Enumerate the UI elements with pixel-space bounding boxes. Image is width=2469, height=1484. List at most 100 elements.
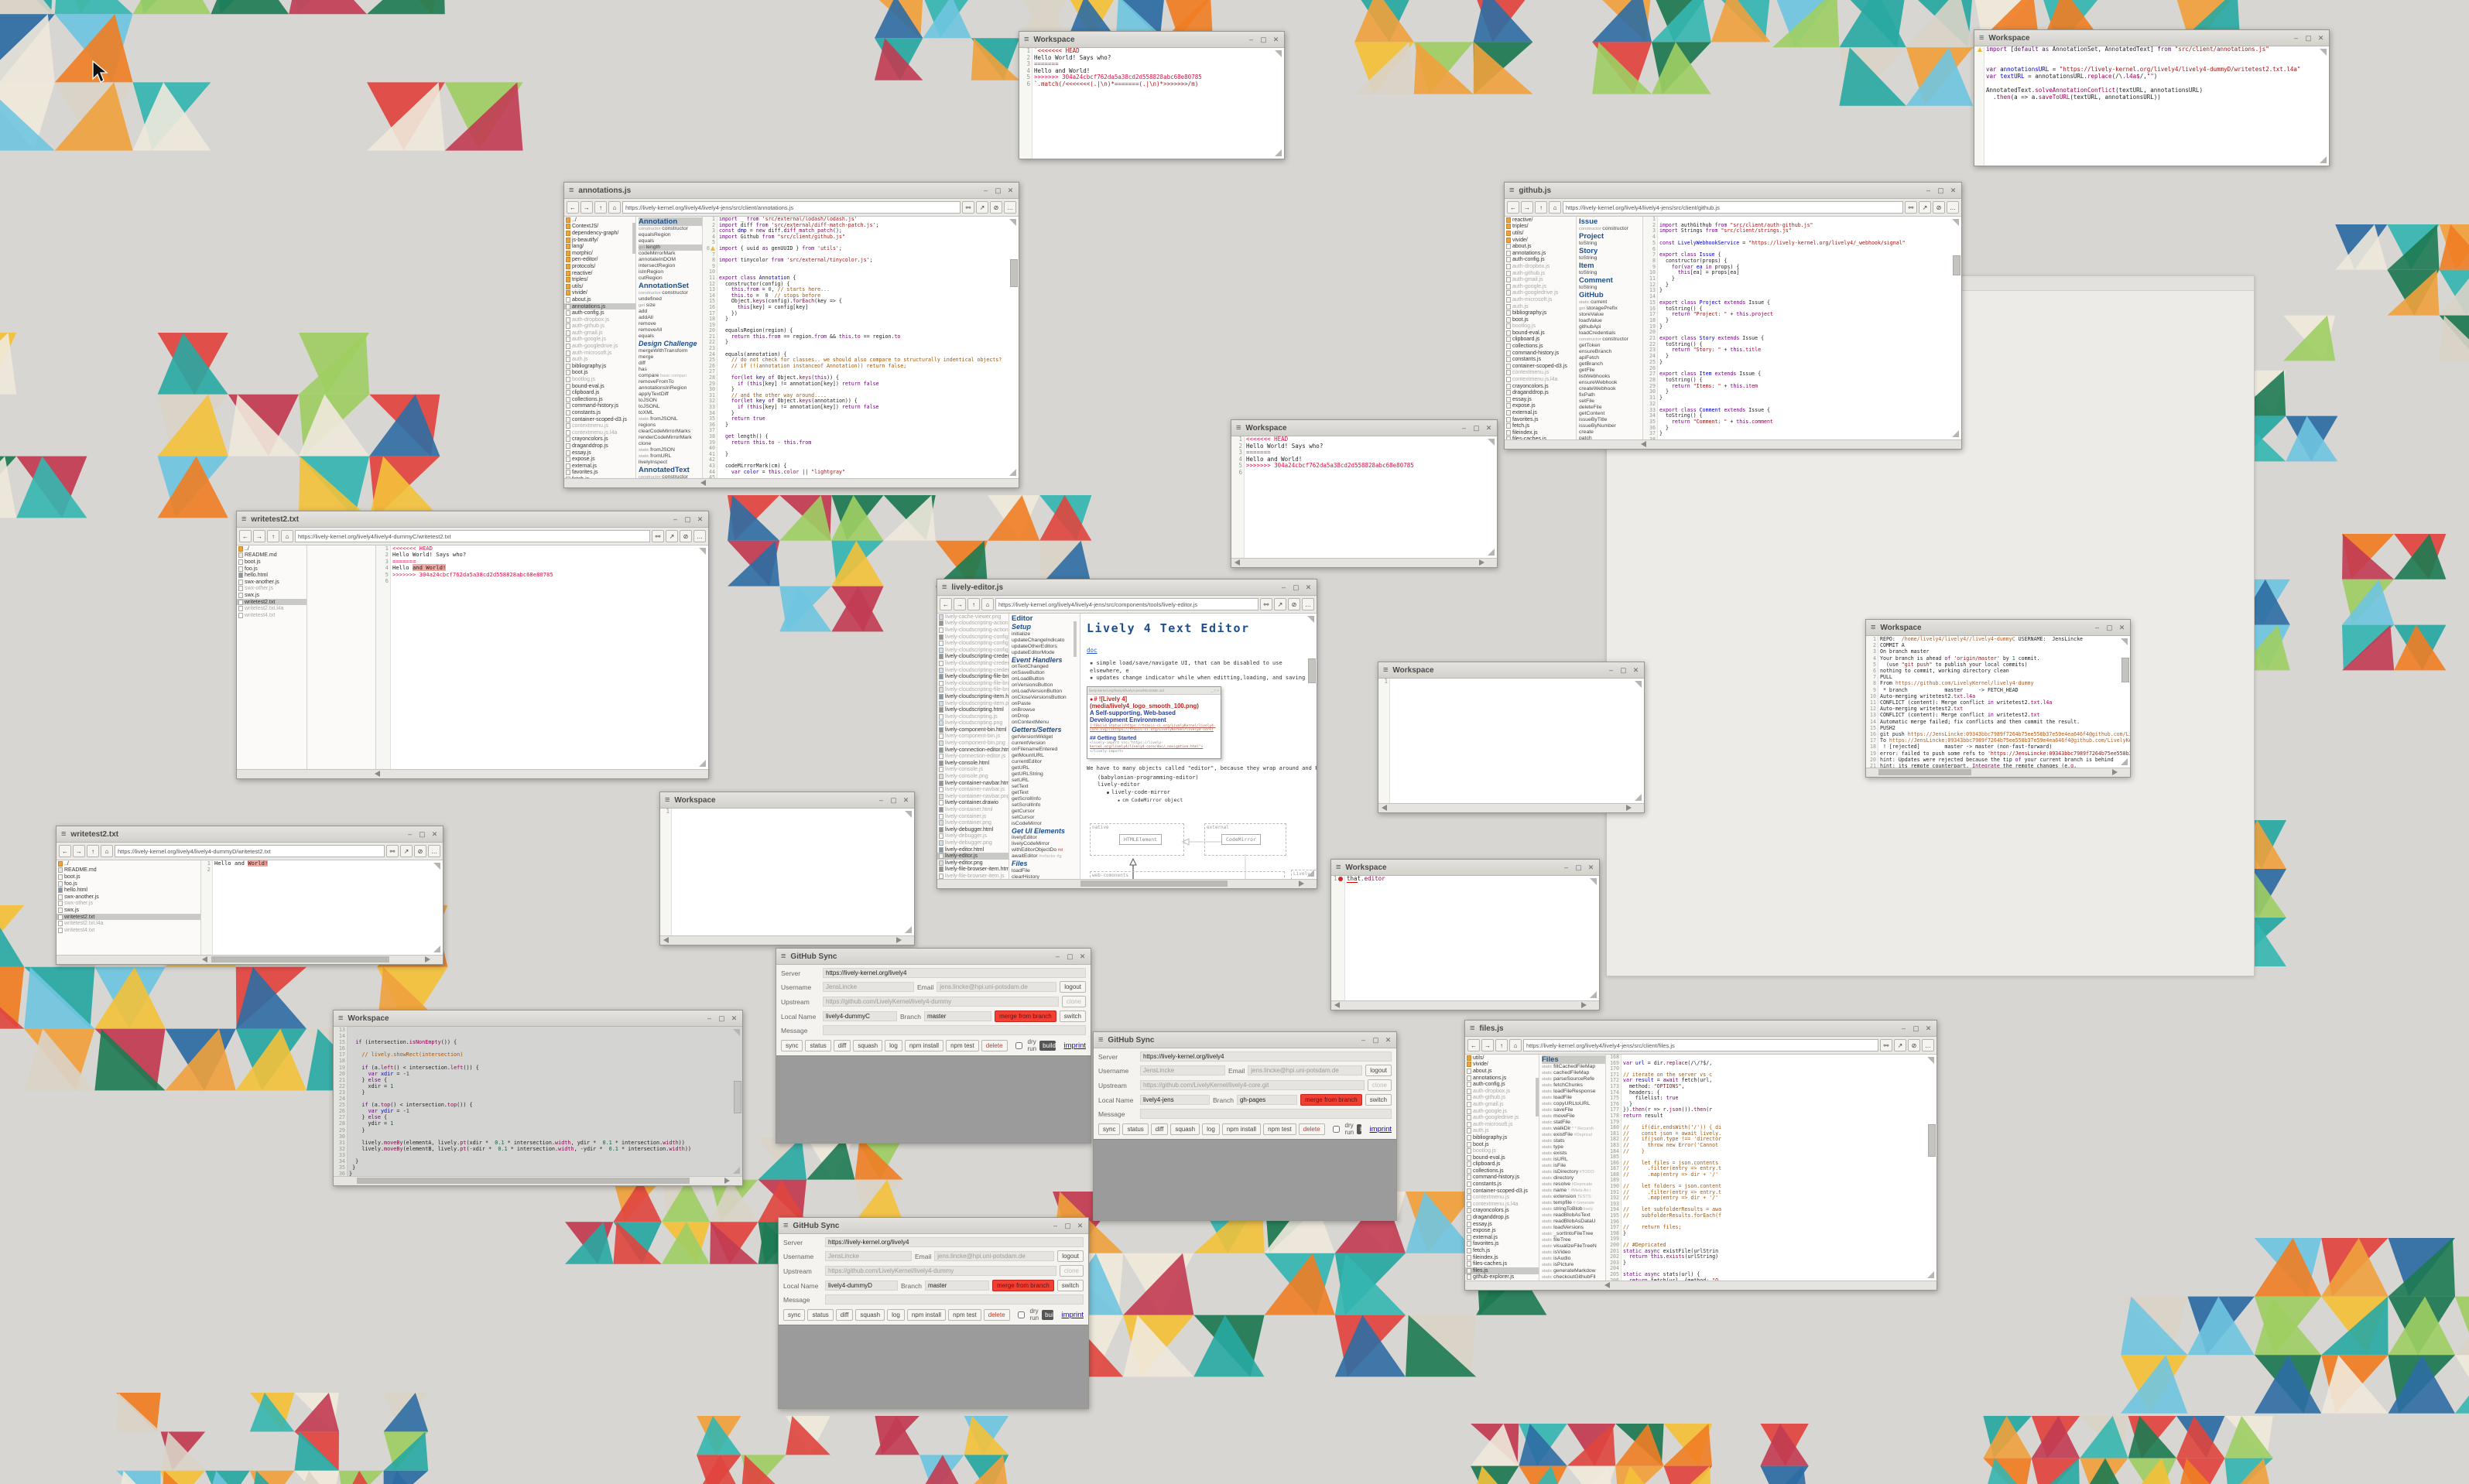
outline-method[interactable]: static fromURL (639, 453, 702, 460)
file-item[interactable]: external.js (1505, 409, 1576, 416)
file-item[interactable]: collections.js (564, 396, 635, 403)
outline-method[interactable]: fixPath (1579, 392, 1642, 398)
outline-method[interactable]: clone (639, 441, 702, 447)
message-input[interactable] (1140, 1109, 1392, 1119)
maximize-button[interactable]: ▢ (1620, 666, 1627, 675)
outline-method[interactable]: ensureBranch (1579, 349, 1642, 355)
file-item[interactable]: writetest4.txt (237, 612, 306, 619)
outline-category[interactable]: Getters/Setters (1012, 726, 1080, 734)
code-line[interactable]: 39 return this.to - this.from (703, 440, 1019, 446)
code-line[interactable]: 17To https://JensLincke:09343bbc7989f726… (1866, 737, 2130, 744)
scrollbar-thumb[interactable] (1308, 658, 1316, 683)
code-line[interactable]: 197// return files; (1606, 1225, 1937, 1231)
imprint-link[interactable]: imprint (1369, 1125, 1392, 1134)
delete-button[interactable]: delete (981, 1040, 1008, 1051)
outline-class[interactable]: Annotation (639, 217, 702, 226)
scroll-down-grip[interactable] (1927, 1271, 1934, 1278)
scroll-right-grip[interactable] (1479, 559, 1484, 566)
code-line[interactable]: 8From https://github.com/LivelyKernel/li… (1866, 680, 2130, 686)
outline-method[interactable]: mergeWithTransform (639, 348, 702, 354)
file-item[interactable]: README.md (57, 867, 200, 874)
file-item[interactable]: writetest2.txt.l4a (57, 920, 200, 927)
outline-method[interactable]: toString (1579, 285, 1642, 291)
scroll-down-grip[interactable] (1307, 870, 1314, 877)
scroll-left-grip[interactable] (700, 480, 706, 486)
squash-button[interactable]: squash (1170, 1123, 1200, 1135)
file-item[interactable]: swx.js (57, 907, 200, 914)
open-external-icon[interactable]: ↗ (666, 530, 678, 542)
outline-method[interactable]: withEditorObjectDo #d (1012, 847, 1080, 853)
scrollbar-thumb[interactable] (632, 223, 635, 254)
switch-button[interactable]: switch (1057, 1280, 1084, 1291)
file-list[interactable]: utils/vivide/about.jsannotations.jsauth-… (1465, 1055, 1539, 1281)
close-button[interactable]: ✕ (1272, 36, 1279, 44)
scroll-up-grip[interactable] (1307, 616, 1314, 623)
code-line[interactable]: 192// .map(entry => dir + '/' (1606, 1195, 1937, 1202)
up-icon[interactable]: ↑ (1535, 201, 1547, 214)
file-item[interactable]: fetch.js (1505, 422, 1576, 429)
file-item[interactable]: contextmenu.js.l4a (1465, 1201, 1539, 1208)
titlebar[interactable]: ≡Workspace–▢✕ (334, 1010, 742, 1027)
file-item[interactable]: hello.html (237, 572, 306, 579)
outline-class[interactable]: Editor (1012, 614, 1080, 623)
outline-method[interactable]: static fetchChunks (1542, 1082, 1605, 1089)
localname-input[interactable] (825, 1281, 898, 1291)
upstream-input[interactable] (825, 1266, 1056, 1276)
outline-method[interactable]: issueByNumber (1579, 423, 1642, 429)
window-github-sync-dummyD[interactable]: ≡GitHub Sync–▢✕ Server UsernameEmaillogo… (778, 1217, 1089, 1409)
code-line[interactable]: 29 return "Items: " + this.item (1643, 384, 1961, 390)
outline-method[interactable]: static loadFile (1542, 1095, 1605, 1101)
scroll-left-grip[interactable] (1641, 441, 1646, 447)
share-icon[interactable]: ⚯ (652, 530, 664, 542)
code-line[interactable]: 41 } (703, 452, 1019, 458)
scroll-up-grip[interactable] (905, 811, 912, 818)
code-line[interactable]: 21 return this.from == region.from && th… (703, 334, 1019, 340)
outline-method[interactable]: static readBlobAsText (1542, 1212, 1605, 1219)
scrollbar-thumb[interactable] (1928, 1124, 1936, 1157)
file-item[interactable]: foo.js (237, 566, 306, 573)
maximize-button[interactable]: ▢ (1293, 583, 1300, 592)
file-item[interactable]: container-scoped-d3.js (1465, 1188, 1539, 1195)
file-item[interactable]: lively-editor.js (937, 853, 1008, 860)
outline-method[interactable]: static isPicture (1542, 1262, 1605, 1268)
outline-method[interactable]: static visualizeFileTreeN (1542, 1243, 1605, 1250)
code-line[interactable]: 178return result (1606, 1113, 1937, 1120)
file-item[interactable]: boot.js (237, 559, 306, 566)
outline-method[interactable]: equals (639, 238, 702, 244)
up-icon[interactable]: ↑ (594, 201, 607, 214)
file-item[interactable]: lively-cloudscripting.png (937, 720, 1008, 727)
code-line[interactable]: 20hint: Updates were rejected because th… (1866, 757, 2130, 763)
outline-method[interactable]: get length (639, 244, 702, 251)
file-item[interactable]: lively-cloudscripting.js (937, 713, 1008, 720)
outline-method[interactable]: currentEditor (1012, 759, 1080, 765)
file-item[interactable]: auth-github.js (564, 323, 635, 330)
server-input[interactable] (825, 1237, 1084, 1247)
code-line[interactable]: 24 } (1643, 354, 1961, 360)
url-input[interactable] (622, 201, 961, 214)
outline-class[interactable]: Item (1579, 262, 1642, 270)
scroll-up-grip[interactable] (1952, 219, 1959, 226)
file-item[interactable]: files-caches.js (1465, 1260, 1539, 1267)
titlebar[interactable]: ≡GitHub Sync–▢✕ (1094, 1032, 1396, 1048)
file-item[interactable]: boot.js (57, 874, 200, 880)
outline-method[interactable]: onDrop (1012, 713, 1080, 720)
code-line[interactable]: import [default as AnnotationSet, Annota… (1974, 46, 2329, 53)
file-item[interactable]: bibliography.js (1505, 309, 1576, 316)
menu-icon[interactable]: ≡ (783, 1222, 788, 1230)
file-item[interactable]: expose.js (564, 456, 635, 463)
log-button[interactable]: log (887, 1309, 905, 1321)
code-line[interactable]: 6import { uuid as genUUID } from 'utils'… (703, 246, 1019, 252)
sync-button[interactable]: sync (783, 1309, 805, 1321)
logout-button[interactable]: logout (1057, 1250, 1084, 1262)
outline-method[interactable]: static tempfile # Generate (1542, 1200, 1605, 1206)
outline-method[interactable]: getContent (1579, 411, 1642, 417)
outline-method[interactable]: toString (1579, 270, 1642, 276)
titlebar[interactable]: ≡writetest2.txt–▢✕ (57, 826, 443, 843)
outline-method[interactable]: static current (1579, 299, 1642, 306)
file-item[interactable]: about.js (1505, 243, 1576, 250)
file-item[interactable]: bound-eval.js (564, 383, 635, 390)
scroll-down-grip[interactable] (1635, 794, 1642, 801)
file-item[interactable]: ../ (237, 545, 306, 552)
titlebar[interactable]: ≡Workspace–▢✕ (1331, 860, 1599, 876)
branch-input[interactable] (925, 1281, 989, 1291)
